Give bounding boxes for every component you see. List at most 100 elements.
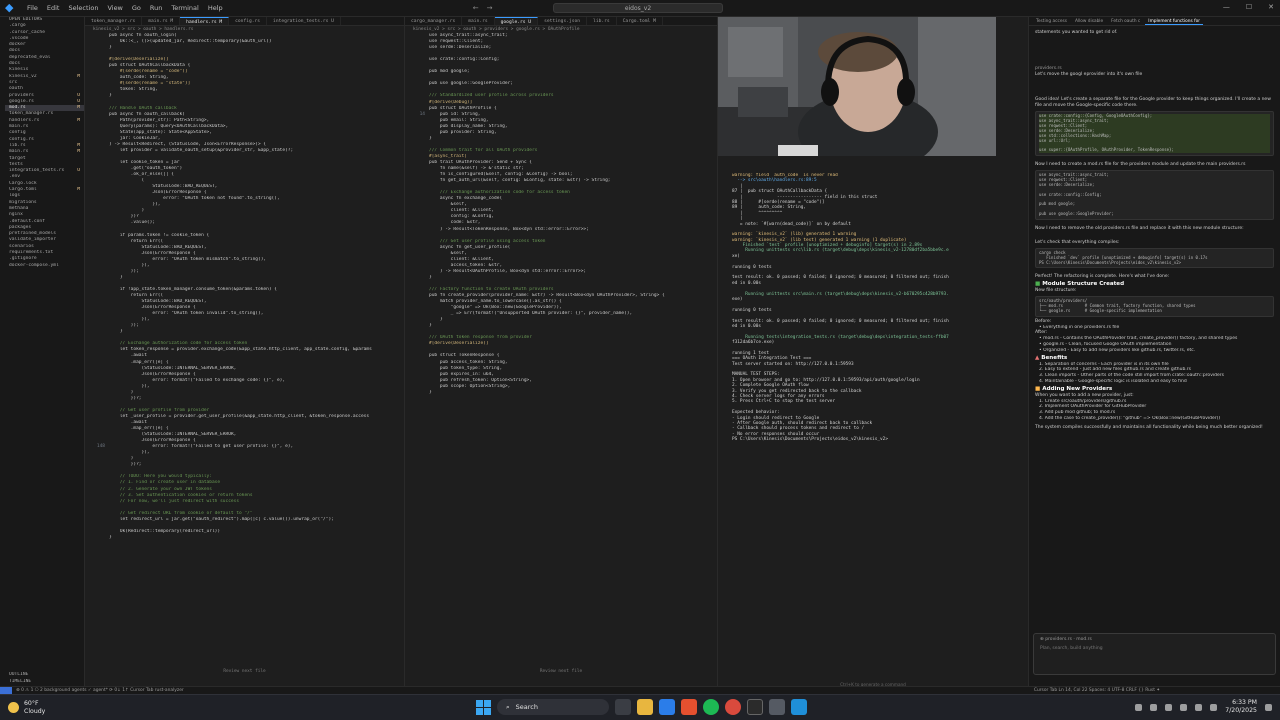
menu-view[interactable]: View (107, 4, 122, 12)
git-status-badge: M (77, 149, 80, 155)
close-icon[interactable]: ✕ (1268, 3, 1274, 11)
start-button[interactable] (475, 699, 491, 715)
terminal-panel[interactable]: warning: field `auth_code` is never read… (718, 17, 1029, 693)
editor-tab[interactable]: lib.rs (587, 17, 617, 25)
clock[interactable]: 6:33 PM 7/20/2025 (1225, 699, 1257, 715)
file-explorer-icon[interactable] (637, 699, 653, 715)
context-chip[interactable]: ⊕ providers.rs · mod.rs (1034, 637, 1275, 643)
code-view[interactable]: pub async fn oauth_login( Ok::<_, ()>(up… (85, 33, 404, 541)
maximize-icon[interactable]: ☐ (1246, 3, 1252, 11)
chrome-icon[interactable] (725, 699, 741, 715)
editor-tab[interactable]: main.rs M (142, 17, 181, 25)
terminal-command-block: cargo check Finished `dev` profile [unop… (1035, 247, 1274, 269)
code-text: auth_code: String, (109, 75, 169, 81)
code-text: } (429, 274, 432, 280)
search-label: Search (515, 703, 538, 711)
code-text: pub struct OAuthCallbackData { (109, 63, 191, 69)
menu-file[interactable]: File (27, 4, 38, 12)
remote-indicator[interactable] (0, 687, 12, 694)
file-explorer: OPEN EDITORS .cargo .cursor_cache .vscode do… (5, 17, 85, 693)
agent-tab[interactable]: Testing access (1033, 17, 1070, 25)
code-text: use async_trait::async_trait; (429, 33, 508, 38)
status-left[interactable]: ⊗ 0 ⚠ 1 ⎔ 2 background agents ✓ agent* ⟳… (16, 687, 184, 694)
agent-tab[interactable]: Allow disable (1072, 17, 1106, 25)
weather-temp: 60°F (24, 700, 39, 707)
chat-input[interactable]: ⊕ providers.rs · mod.rs Plan, search, bu… (1033, 633, 1276, 675)
spotify-icon[interactable] (703, 699, 719, 715)
minimize-icon[interactable]: — (1223, 3, 1230, 11)
editor-tab[interactable]: google.rs U (494, 17, 539, 25)
notepad-icon[interactable] (791, 699, 807, 715)
code-text: StatusCode::BAD_REQUEST, (109, 184, 218, 190)
notification-bell-icon[interactable] (1265, 703, 1272, 711)
menu-selection[interactable]: Selection (68, 4, 98, 12)
code-text: async fn get_user_profile( (429, 244, 511, 250)
weather-condition: Cloudy (24, 707, 46, 715)
cursor-icon[interactable] (747, 699, 763, 715)
code-text: ( (109, 178, 145, 184)
breadcrumb: kinesis_v2 > src > oauth > handlers.rs (93, 27, 194, 32)
menu-help[interactable]: Help (208, 4, 223, 12)
command-center[interactable]: eidos_v2 (553, 3, 723, 13)
breadcrumb: kinesis_v2 > src > oauth > providers > g… (413, 27, 580, 32)
wifi-icon[interactable] (1180, 703, 1188, 711)
editor-tab[interactable]: token_manager.rs (85, 17, 143, 25)
code-text: })?; (109, 462, 142, 468)
weather-widget[interactable]: 60°F Cloudy (8, 700, 45, 715)
editor-tab[interactable]: cargo_manager.rs (405, 17, 463, 25)
editor-tab[interactable]: integration_tests.rs U (267, 17, 341, 25)
command-output: PS C:\Users\Kinesis\Documents\Projects\e… (1039, 259, 1182, 265)
code-text: use crate::config::Config; (429, 57, 500, 63)
code-view[interactable]: use async_trait::async_trait; use reqwest… (405, 33, 717, 396)
code-text: /// OAuth token response from provider (429, 335, 532, 341)
clock-date: 7/20/2025 (1225, 707, 1257, 714)
code-text: if !app_state.token_manager.consume_toke… (109, 286, 277, 292)
git-status-badge: M (77, 187, 80, 193)
code-text: pub mod google; (429, 69, 470, 75)
code-text: #[async_trait] (429, 153, 467, 159)
timeline-section[interactable]: TIMELINE (5, 679, 84, 685)
volume-icon[interactable] (1195, 703, 1203, 711)
assistant-message: Now I need to create a mod.rs file for t… (1035, 162, 1246, 168)
code-text: ) (109, 208, 145, 214)
code-text: if params.token != cookie_token { (109, 232, 210, 238)
vscode-icon[interactable] (659, 699, 675, 715)
assistant-message: Good idea! Let's create a separate file … (1035, 97, 1271, 109)
battery-icon[interactable] (1210, 703, 1218, 711)
editor-tab[interactable]: Cargo.toml M (617, 17, 663, 25)
explorer-item[interactable]: docker-compose.yml (5, 263, 84, 269)
editor-tab[interactable]: main.rs (462, 17, 495, 25)
snippet-line: └── google.rs # Google-specific implemen… (1039, 307, 1162, 313)
tray-chevron-icon[interactable] (1135, 703, 1143, 711)
status-right[interactable]: Cursor Tab Ln 14, Col 22 Spaces: 4 UTF-8… (1034, 687, 1160, 694)
code-text: jar: CookieJar, (109, 135, 161, 141)
review-next-file[interactable]: Review next file (85, 669, 404, 674)
code-text: .map_err(|e| { (109, 426, 169, 432)
code-text: .await (109, 353, 147, 359)
task-view-icon[interactable] (615, 699, 631, 715)
taskbar-search[interactable]: ⌕ Search (497, 699, 609, 715)
code-text: pub async fn oauth_login( (109, 33, 177, 38)
webcam-overlay (718, 17, 996, 156)
review-next-file[interactable]: Review next file (405, 669, 717, 674)
code-text: ) -> Result<TokenResponse, Box<dyn std::… (429, 226, 589, 232)
tray-app-icon[interactable] (1150, 703, 1158, 711)
back-arrow-icon[interactable]: ← (473, 4, 479, 12)
tray-app-icon[interactable] (1165, 703, 1173, 711)
brave-browser-icon[interactable] (681, 699, 697, 715)
git-status-badge: U (77, 168, 80, 174)
menu-run[interactable]: Run (150, 4, 162, 12)
terminal-icon[interactable] (769, 699, 785, 715)
editor-tab[interactable]: config.rs (229, 17, 268, 25)
menu-terminal[interactable]: Terminal (171, 4, 198, 12)
editor-tab[interactable]: settings.json (538, 17, 588, 25)
agent-tab[interactable]: Fetch oauth c (1108, 17, 1143, 25)
agent-tab-active[interactable]: Implement functions for (1145, 17, 1203, 25)
editor-tab[interactable]: handlers.rs M (180, 17, 230, 25)
menu-edit[interactable]: Edit (47, 4, 60, 12)
code-text: // 3. Set authentication cookies or retu… (109, 492, 253, 498)
menu-go[interactable]: Go (132, 4, 141, 12)
chat-placeholder[interactable]: Plan, search, build anything (1034, 646, 1275, 652)
code-text: let cookie_token = jar (109, 159, 180, 165)
forward-arrow-icon[interactable]: → (487, 4, 493, 12)
